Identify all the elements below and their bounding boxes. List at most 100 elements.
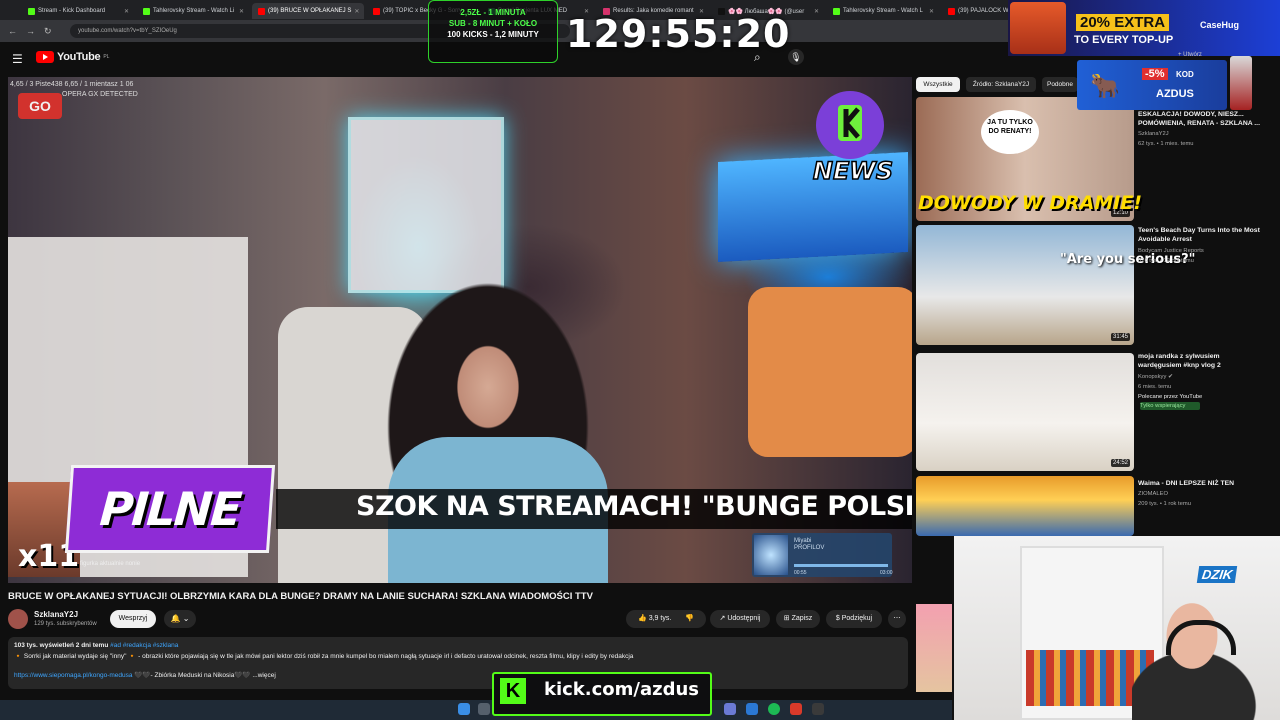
discount-percent: -5% (1142, 68, 1168, 80)
save-icon: ⊞ (783, 615, 792, 622)
pilne-box: PILNE (64, 465, 276, 553)
news-logo-text: NEWS (813, 157, 893, 185)
taskbar-app-icon[interactable] (746, 703, 758, 715)
hashtags[interactable]: #ad #redakcja #szklana (110, 642, 178, 649)
related-video-title[interactable]: Waima - DNI LEPSZE NIŻ TEN (1138, 479, 1260, 488)
related-video-channel[interactable]: Konopskyy ✔ (1138, 373, 1260, 381)
kick-logo-icon: K (500, 678, 526, 704)
ad-extra-text: 20% EXTRA (1076, 14, 1170, 31)
go-badge: GO (18, 93, 62, 119)
related-thumbnail-partial[interactable] (916, 604, 952, 692)
tab-label: Tahlerovsky Stream - Watch Li (153, 8, 235, 14)
tab-label: Tahlerovsky Stream - Watch L (843, 8, 923, 14)
related-thumbnail[interactable]: 31:45 (916, 225, 1134, 345)
terminal-icon[interactable] (812, 703, 824, 715)
description-more[interactable]: 🖤🖤- Zbiórka Meduski na Nikosia🖤🖤 ...więc… (134, 672, 275, 679)
spotify-icon[interactable] (768, 703, 780, 715)
create-button[interactable]: + Utwórz (1178, 52, 1202, 58)
tab-favicon-icon (143, 7, 150, 15)
subathon-timer: 129:55:20 (566, 12, 791, 56)
channel-avatar[interactable] (8, 609, 28, 629)
video-duration: 31:45 (1110, 333, 1130, 341)
members-only-badge: Tylko wspierający (1140, 402, 1200, 410)
related-video-channel[interactable]: ZIOMALEO (1138, 490, 1260, 498)
tab-close-icon[interactable]: ✕ (354, 8, 359, 15)
forward-icon[interactable]: → (26, 26, 35, 36)
thumbs-down-icon[interactable]: 👎 (685, 615, 694, 622)
energy-drink-can (1230, 56, 1252, 110)
tab-close-icon[interactable]: ✕ (124, 8, 129, 15)
tab-favicon-icon (28, 7, 35, 15)
taskbar-app-icon[interactable] (790, 703, 802, 715)
browser-tab[interactable]: Stream - Kick Dashboard ✕ (22, 3, 134, 19)
promo-line-3: 100 KICKS - 1,2 MINUTY (447, 30, 539, 39)
donation-link[interactable]: https://www.siepomaga.pl/kongo-medusa (14, 672, 133, 679)
code-label: KOD (1176, 70, 1194, 79)
ad-topup-text: TO EVERY TOP-UP (1074, 34, 1174, 46)
news-logo: NEWS (812, 91, 894, 186)
windows-start-icon[interactable] (458, 703, 470, 715)
related-video-meta: 209 tys. • 1 rok temu (1138, 501, 1191, 507)
like-dislike-group[interactable]: 👍 3,9 tys. 👎 (626, 610, 706, 628)
thumbs-up-icon[interactable]: 👍 (638, 615, 647, 622)
dzik-logo: DZIK (1196, 566, 1238, 583)
related-video-title[interactable]: moja randka z sylwusiem wardęgusiem #knp… (1138, 352, 1260, 370)
thumbnail-caption: DOWODY W DRAMIE! (918, 192, 1143, 214)
tab-favicon-icon (833, 7, 840, 15)
bull-icon: 🐂 (1090, 73, 1120, 100)
youtube-logo[interactable]: YouTube PL (36, 51, 109, 63)
related-thumbnail[interactable]: 24:52 (916, 353, 1134, 471)
promo-line-1: 2,5ZŁ - 1 MINUTA (460, 8, 526, 17)
related-video-channel[interactable]: Bodycam Justice Reports (1138, 247, 1260, 255)
related-thumbnail[interactable] (916, 476, 1134, 536)
music-progress-bar (794, 564, 888, 567)
stream-stats: 4,65 / 3 Piste438 6,65 / 1 mientasz 1 06 (10, 81, 134, 88)
tab-close-icon[interactable]: ✕ (929, 8, 934, 15)
thanks-label: Podziękuj (841, 615, 873, 622)
taskbar-app-icon[interactable] (724, 703, 736, 715)
kick-url: kick.com/azdus (544, 679, 700, 700)
video-player[interactable]: NEWS GO 4,65 / 3 Piste438 6,65 / 1 mient… (8, 77, 912, 583)
pilne-text: PILNE (98, 482, 242, 536)
related-video-channel[interactable]: SzklanaY2J (1138, 130, 1260, 138)
description-stats: 103 tys. wyświetleń 2 dni temu #ad #reda… (14, 642, 178, 649)
related-video-title[interactable]: Teen's Beach Day Turns Into the Most Avo… (1138, 226, 1260, 244)
music-cover (754, 535, 788, 575)
notification-bell-icon[interactable]: 🔔 ⌄ (164, 610, 196, 628)
opera-gx-label: OPERA GX DETECTED (62, 91, 138, 98)
save-label: Zapisz (791, 615, 813, 622)
related-video-recommended: Polecane przez YouTube (1138, 394, 1203, 400)
youtube-region: PL (103, 54, 110, 60)
music-time-end: 03:00 (880, 570, 893, 576)
play-logo-icon (36, 51, 54, 63)
menu-icon[interactable]: ☰ (12, 52, 23, 66)
chip-all[interactable]: Wszystkie (916, 77, 960, 92)
chip-similar[interactable]: Podobne (1042, 77, 1078, 92)
music-player-name: Miyabi PROFILOV (794, 538, 824, 552)
browser-tab[interactable]: (39) BRUCE W OPŁAKANEJ S ✕ (252, 3, 364, 19)
browser-tab[interactable]: Tahlerovsky Stream - Watch L ✕ (827, 3, 939, 19)
tab-label: (39) BRUCE W OPŁAKANEJ S (268, 8, 352, 14)
thumbnail-speech-bubble: JA TU TYLKO DO RENATY! (981, 110, 1039, 154)
tab-favicon-icon (948, 7, 955, 15)
tab-close-icon[interactable]: ✕ (239, 8, 244, 15)
thanks-button[interactable]: $ Podziękuj (826, 610, 882, 628)
join-button[interactable]: Wesprzyj (110, 610, 156, 628)
back-icon[interactable]: ← (8, 26, 17, 36)
share-button[interactable]: ↗ Udostępnij (710, 610, 770, 628)
tab-favicon-icon (373, 7, 380, 15)
more-actions-button[interactable]: ⋯ (888, 610, 906, 628)
tab-close-icon[interactable]: ✕ (814, 8, 819, 15)
promo-line-2: SUB - 8 MINUT + KOŁO (448, 19, 538, 28)
reload-icon[interactable]: ↻ (44, 26, 52, 37)
browser-tab[interactable]: Tahlerovsky Stream - Watch Li ✕ (137, 3, 249, 19)
chip-source[interactable]: Źródło: SzklanaY2J (966, 77, 1036, 92)
related-video-title[interactable]: ESKALACJA! DOWODY, NIESZ... POMÓWIENIA, … (1138, 110, 1260, 128)
scene-blanket (748, 287, 912, 457)
channel-name[interactable]: SzklanaY2J (34, 610, 78, 619)
taskbar-search-icon[interactable] (478, 703, 490, 715)
share-label: Udostępnij (727, 615, 761, 622)
figurka-text: figurka aktualnie nonie (80, 561, 141, 567)
save-button[interactable]: ⊞ Zapisz (776, 610, 820, 628)
description-line: 🔸 Sorrki jak materiał wydaje się "inny" … (14, 653, 634, 660)
